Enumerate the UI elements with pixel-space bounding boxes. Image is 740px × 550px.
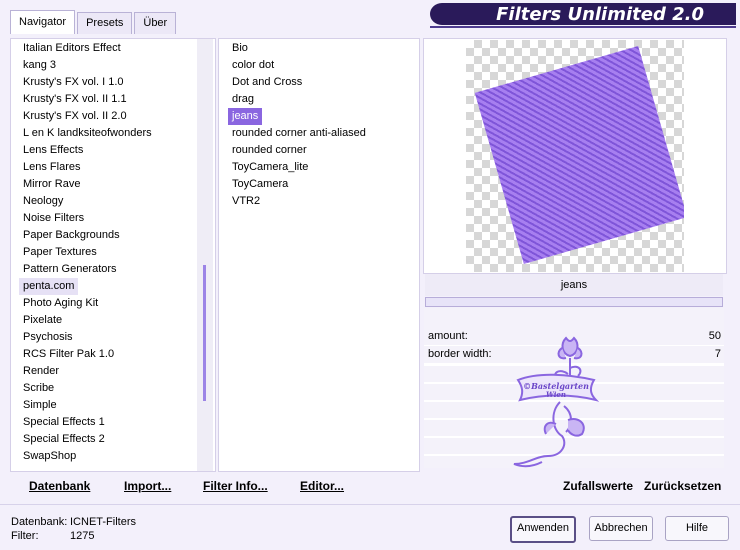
category-panel: Italian Editors Effect kang 3 Krusty's FX … <box>10 38 216 472</box>
category-item[interactable]: kang 3 <box>19 57 215 74</box>
tab-navigator[interactable]: Navigator <box>10 10 76 34</box>
filter-item[interactable]: rounded corner anti-aliased <box>228 125 419 142</box>
status-db-value: ICNET-Filters <box>70 516 136 528</box>
category-item[interactable]: Special Effects 1 <box>19 414 215 431</box>
category-scroll-thumb[interactable] <box>203 265 206 401</box>
random-button[interactable]: Zufallswerte <box>563 479 633 493</box>
category-list[interactable]: Italian Editors Effect kang 3 Krusty's FX … <box>11 39 215 465</box>
category-item[interactable]: SwapShop <box>19 448 215 465</box>
category-item[interactable]: Italian Editors Effect <box>19 40 215 57</box>
filter-item[interactable]: ToyCamera_lite <box>228 159 419 176</box>
tab-bar: Navigator Presets Über <box>10 10 177 34</box>
category-item[interactable]: Simple <box>19 397 215 414</box>
filter-list[interactable]: Bio color dot Dot and Cross drag jeans rounde… <box>219 39 419 210</box>
param-amount-label: amount: <box>428 330 468 342</box>
param-border-width-label: border width: <box>428 348 492 360</box>
bottom-separator <box>0 504 740 505</box>
category-item[interactable]: Scribe <box>19 380 215 397</box>
category-item[interactable]: Neology <box>19 193 215 210</box>
filter-item[interactable]: color dot <box>228 57 419 74</box>
preview-pattern <box>474 46 684 264</box>
category-item[interactable]: RCS Filter Pak 1.0 <box>19 346 215 363</box>
app-title: Filters Unlimited 2.0 <box>496 4 704 25</box>
filter-item[interactable]: drag <box>228 91 419 108</box>
watermark-line2: Wien <box>546 390 566 399</box>
progress-bar <box>425 297 723 307</box>
category-item[interactable]: Psychosis <box>19 329 215 346</box>
watermark-logo: ©Bastelgarten Wien <box>513 336 600 468</box>
filter-item[interactable]: jeans <box>228 108 263 125</box>
category-item[interactable]: Pattern Generators <box>19 261 215 278</box>
filter-panel: Bio color dot Dot and Cross drag jeans rounde… <box>218 38 420 472</box>
category-item[interactable]: Noise Filters <box>19 210 215 227</box>
filter-item[interactable]: VTR2 <box>228 193 419 210</box>
filter-info-button[interactable]: Filter Info... <box>203 479 268 493</box>
category-item[interactable]: Pixelate <box>19 312 215 329</box>
status-filter-label: Filter: <box>11 530 39 542</box>
editor-button[interactable]: Editor... <box>300 479 344 493</box>
param-border-width-value: 7 <box>714 348 721 360</box>
import-button[interactable]: Import... <box>124 479 171 493</box>
category-item[interactable]: Photo Aging Kit <box>19 295 215 312</box>
category-item[interactable]: Paper Backgrounds <box>19 227 215 244</box>
category-item[interactable]: Krusty's FX vol. II 2.0 <box>19 108 215 125</box>
category-item[interactable]: penta.com <box>19 278 79 295</box>
filter-item[interactable]: ToyCamera <box>228 176 419 193</box>
apply-button[interactable]: Anwenden <box>510 516 576 543</box>
preview-image <box>466 40 684 272</box>
category-item[interactable]: Render <box>19 363 215 380</box>
title-underline <box>430 26 736 28</box>
app-title-banner: Filters Unlimited 2.0 <box>430 3 736 25</box>
filter-item[interactable]: Dot and Cross <box>228 74 419 91</box>
category-item[interactable]: Mirror Rave <box>19 176 215 193</box>
help-button[interactable]: Hilfe <box>665 516 729 541</box>
database-button[interactable]: Datenbank <box>29 479 90 493</box>
category-item[interactable]: L en K landksiteofwonders <box>19 125 215 142</box>
status-db-label: Datenbank: <box>11 516 68 528</box>
tab-presets[interactable]: Presets <box>77 12 133 34</box>
status-filter-value: 1275 <box>70 530 95 542</box>
reset-button[interactable]: Zurücksetzen <box>644 479 721 493</box>
current-filter-name: jeans <box>425 274 723 296</box>
category-item[interactable]: Lens Effects <box>19 142 215 159</box>
filter-item[interactable]: Bio <box>228 40 419 57</box>
category-item[interactable]: Special Effects 2 <box>19 431 215 448</box>
category-item[interactable]: Paper Textures <box>19 244 215 261</box>
category-item[interactable]: Krusty's FX vol. II 1.1 <box>19 91 215 108</box>
cancel-button[interactable]: Abbrechen <box>589 516 653 541</box>
category-scrollbar[interactable] <box>197 39 213 471</box>
category-item[interactable]: Krusty's FX vol. I 1.0 <box>19 74 215 91</box>
filter-item[interactable]: rounded corner <box>228 142 419 159</box>
category-item[interactable]: Lens Flares <box>19 159 215 176</box>
param-amount-value: 50 <box>708 330 721 342</box>
tab-about[interactable]: Über <box>134 12 177 34</box>
